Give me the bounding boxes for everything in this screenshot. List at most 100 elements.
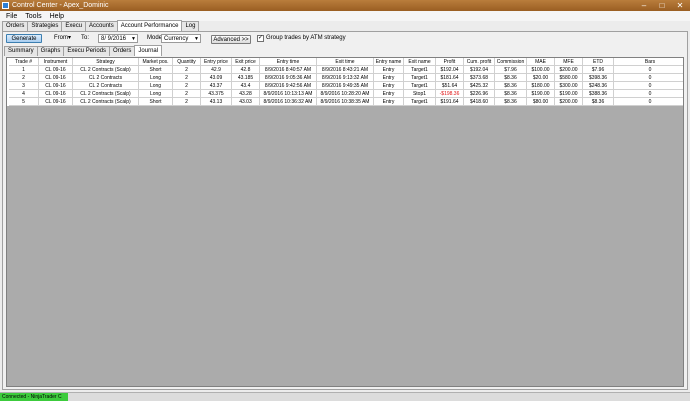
table-cell: CL 2 Contracts (Scalp) (73, 98, 139, 106)
tab-execu[interactable]: Execu (61, 21, 87, 31)
to-label: To: (81, 35, 90, 41)
table-cell: $190.00 (527, 90, 555, 98)
table-cell: 2 (9, 74, 39, 82)
table-row[interactable]: 4 CL 09-16 CL 2 Contracts (Scalp) Long 2 43.3… (7, 90, 683, 98)
mode-select[interactable]: Currency ▼ (161, 34, 201, 43)
subtab-graphs[interactable]: Graphs (36, 46, 65, 56)
table-cell: $181.64 (436, 74, 464, 82)
table-cell: CL 09-16 (39, 82, 73, 90)
minimize-button[interactable]: – (638, 1, 650, 10)
column-header-exit-time[interactable]: Exit time (317, 58, 374, 66)
table-cell: 2 (173, 82, 201, 90)
table-cell: 5 (9, 98, 39, 106)
tab-orders[interactable]: Orders (2, 21, 29, 31)
table-cell: 42.9 (201, 66, 232, 74)
table-row[interactable]: 5 CL 09-16 CL 2 Contracts (Scalp) Short 2 43.… (7, 98, 683, 106)
table-cell: 0 (614, 98, 683, 106)
menu-tools[interactable]: Tools (25, 13, 41, 20)
column-header-profit[interactable]: Profit (436, 58, 464, 66)
account-performance-panel: Generate From▾ To: 8/ 9/2016 ▼ Mode: Cur… (2, 31, 688, 390)
to-date-field[interactable]: 8/ 9/2016 ▼ (98, 34, 138, 43)
table-cell: 8/9/2016 9:13:32 AM (317, 74, 374, 82)
table-cell: 43.03 (232, 98, 260, 106)
table-cell: 2 (173, 98, 201, 106)
table-cell: $200.00 (555, 66, 583, 74)
app-icon (2, 2, 9, 9)
table-cell: Entry (374, 74, 404, 82)
subtab-journal[interactable]: Journal (134, 45, 163, 56)
subtab-summary[interactable]: Summary (4, 46, 38, 56)
table-cell: $80.00 (527, 98, 555, 106)
column-header-cum-profit[interactable]: Cum. profit (464, 58, 495, 66)
tab-account-performance[interactable]: Account Performance (116, 20, 183, 31)
table-row[interactable]: 1 CL 09-16 CL 2 Contracts (Scalp) Short 2 42.… (7, 66, 683, 74)
table-row[interactable]: 2 CL 09-16 CL 2 Contracts Long 2 43.09 43.185 8… (7, 74, 683, 82)
column-header-instrument[interactable]: Instrument (39, 58, 73, 66)
table-cell: CL 2 Contracts (Scalp) (73, 90, 139, 98)
table-cell: 42.8 (232, 66, 260, 74)
table-cell: $398.36 (583, 74, 614, 82)
table-cell: 0 (614, 74, 683, 82)
column-header-mfe[interactable]: MFE (555, 58, 583, 66)
table-cell: Target1 (404, 66, 436, 74)
tab-accounts[interactable]: Accounts (85, 21, 118, 31)
column-header-etd[interactable]: ETD (583, 58, 614, 66)
to-date-value: 8/ 9/2016 (101, 36, 127, 42)
table-cell: 43.09 (201, 74, 232, 82)
group-trades-checkbox[interactable]: ✓ (257, 35, 264, 42)
table-cell: Long (139, 82, 173, 90)
table-cell: 43.13 (201, 98, 232, 106)
close-button[interactable]: ✕ (674, 1, 686, 10)
column-header-exit-price[interactable]: Exit price (232, 58, 260, 66)
column-header-bars[interactable]: Bars (614, 58, 683, 66)
menu-help[interactable]: Help (50, 13, 64, 20)
table-cell: 8/9/2016 8:43:21 AM (317, 66, 374, 74)
column-header-strategy[interactable]: Strategy (73, 58, 139, 66)
table-cell: $580.00 (555, 74, 583, 82)
subtab-execu-periods[interactable]: Execu Periods (63, 46, 111, 56)
column-header-market-pos[interactable]: Market pos. (139, 58, 173, 66)
table-cell: $425.32 (464, 82, 495, 90)
check-icon: ✓ (258, 35, 264, 41)
table-cell: $300.00 (555, 82, 583, 90)
toolbar: Generate From▾ To: 8/ 9/2016 ▼ Mode: Cur… (3, 32, 687, 46)
table-cell: $8.36 (495, 90, 527, 98)
table-cell: $8.36 (495, 82, 527, 90)
table-cell: $8.36 (495, 98, 527, 106)
column-header-trade[interactable]: Trade # (9, 58, 39, 66)
table-cell: CL 09-16 (39, 90, 73, 98)
table-cell: CL 09-16 (39, 98, 73, 106)
table-cell: Short (139, 66, 173, 74)
tab-log[interactable]: Log (181, 21, 200, 31)
table-cell: -$198.36 (436, 90, 464, 98)
from-label[interactable]: From▾ (54, 34, 71, 43)
table-cell: 8/9/2016 8:40:57 AM (260, 66, 317, 74)
table-cell: 4 (9, 90, 39, 98)
subtab-orders[interactable]: Orders (109, 46, 136, 56)
column-header-entry-price[interactable]: Entry price (201, 58, 232, 66)
table-cell: $20.00 (527, 74, 555, 82)
window-title: Control Center - Apex_Dominic (12, 2, 109, 9)
column-header-entry-name[interactable]: Entry name (374, 58, 404, 66)
table-row[interactable]: 3 CL 09-16 CL 2 Contracts Long 2 43.37 43.4 8/9… (7, 82, 683, 90)
table-cell: $200.00 (555, 98, 583, 106)
maximize-button[interactable]: □ (656, 1, 668, 10)
sub-tab-bar: Summary Graphs Execu Periods Orders Journal (4, 45, 163, 56)
table-cell: 0 (614, 66, 683, 74)
title-bar: Control Center - Apex_Dominic – □ ✕ (0, 0, 690, 11)
menu-file[interactable]: File (6, 13, 17, 20)
column-header-commission[interactable]: Commission (495, 58, 527, 66)
table-cell: Entry (374, 82, 404, 90)
table-cell: 8/9/2016 10:38:35 AM (317, 98, 374, 106)
column-header-quantity[interactable]: Quantity (173, 58, 201, 66)
advanced-button[interactable]: Advanced >> (211, 35, 251, 44)
column-header-entry-time[interactable]: Entry time (260, 58, 317, 66)
tab-strategies[interactable]: Strategies (27, 21, 63, 31)
window-controls: – □ ✕ (638, 1, 686, 10)
generate-button[interactable]: Generate (6, 34, 42, 43)
table-cell: Target1 (404, 82, 436, 90)
table-cell: Stop1 (404, 90, 436, 98)
table-cell: $388.36 (583, 90, 614, 98)
column-header-mae[interactable]: MAE (527, 58, 555, 66)
column-header-exit-name[interactable]: Exit name (404, 58, 436, 66)
